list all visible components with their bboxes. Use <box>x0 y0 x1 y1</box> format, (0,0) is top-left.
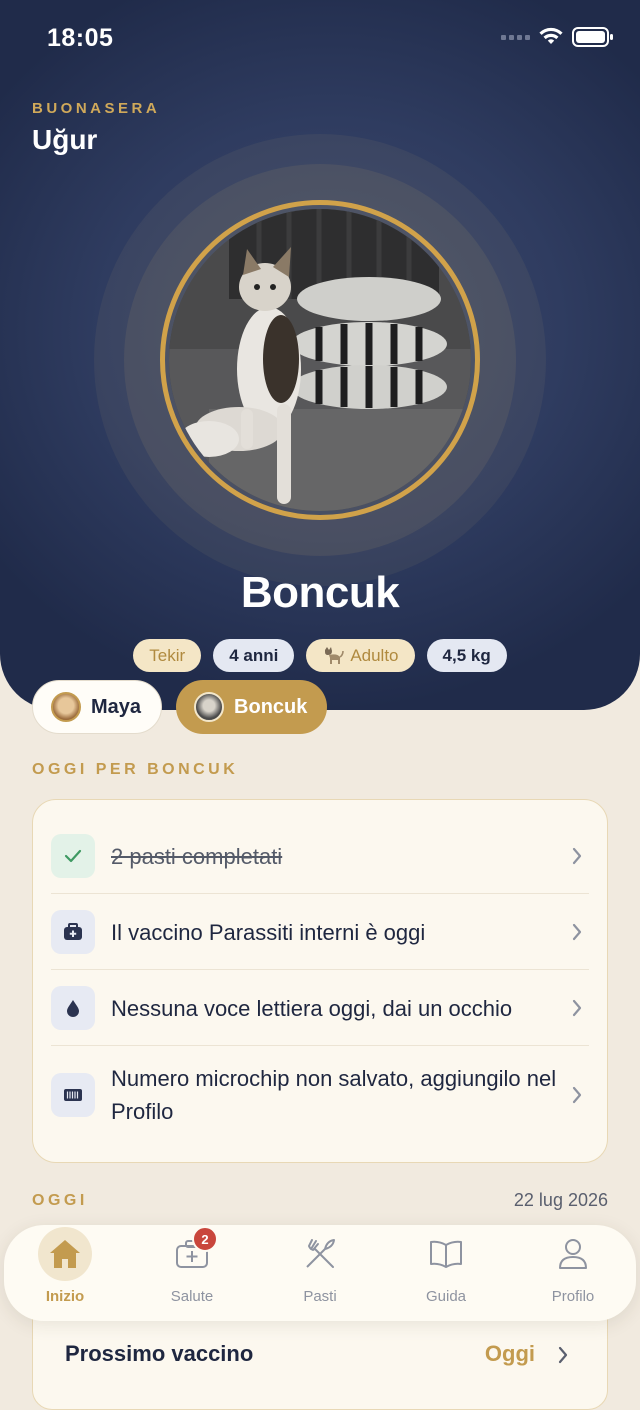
tab-home-label: Inizio <box>45 1288 85 1305</box>
person-icon <box>546 1227 600 1281</box>
chip-breed: Tekir <box>133 639 202 672</box>
pet-pill-boncuk-label: Boncuk <box>234 695 308 718</box>
fork-knife-icon <box>293 1227 347 1281</box>
barcode-icon <box>51 1073 95 1117</box>
tab-guide-label: Guida <box>425 1288 467 1305</box>
avatar-boncuk <box>194 692 225 722</box>
status-time: 18:05 <box>47 24 114 52</box>
task-text-meals: 2 pasti completati <box>111 843 283 869</box>
chevron-right-icon <box>558 1346 568 1364</box>
today-tasks-card: 2 pasti completati Il vaccino Parassiti … <box>32 799 608 1163</box>
divider <box>51 893 589 894</box>
chip-age: 4 anni <box>213 639 295 672</box>
tab-profile-label: Profilo <box>551 1288 595 1305</box>
tab-profile[interactable]: Profilo <box>518 1225 628 1321</box>
tab-meals-label: Pasti <box>303 1288 337 1305</box>
task-item-vaccine[interactable]: Il vaccino Parassiti interni è oggi <box>51 910 589 954</box>
pet-info-chips: Tekir 4 anni Adulto 4,5 kg <box>0 639 640 672</box>
battery-icon <box>572 27 613 47</box>
chip-age-label: 4 anni <box>229 646 279 665</box>
avatar-maya <box>51 692 81 722</box>
tab-health-label: Salute <box>170 1288 214 1305</box>
hero-header: 18:05 BUONASERA Uğur Boncuk Tekir 4 anni… <box>0 0 640 710</box>
pet-pill-boncuk[interactable]: Boncuk <box>176 680 328 734</box>
pet-photo <box>169 209 471 511</box>
today-title: OGGI <box>32 1192 88 1209</box>
tab-guide[interactable]: Guida <box>391 1225 501 1321</box>
task-text-litter: Nessuna voce lettiera oggi, dai un occhi… <box>111 995 513 1021</box>
divider <box>51 1045 589 1046</box>
task-item-litter[interactable]: Nessuna voce lettiera oggi, dai un occhi… <box>51 986 589 1030</box>
pet-name: Boncuk <box>240 568 400 617</box>
cellular-signal-icon <box>501 34 530 40</box>
drop-icon <box>51 986 95 1030</box>
chevron-right-icon <box>565 1085 589 1105</box>
status-icons <box>501 26 614 48</box>
chip-weight-label: 4,5 kg <box>442 646 491 665</box>
chip-breed-label: Tekir <box>149 646 186 665</box>
task-item-meals[interactable]: 2 pasti completati <box>51 834 589 878</box>
chip-weight: 4,5 kg <box>426 639 507 672</box>
chevron-right-icon <box>565 846 589 866</box>
pet-switcher: Maya Boncuk <box>32 680 328 734</box>
next-vaccine-label: Prossimo vaccino <box>65 1341 254 1366</box>
health-badge: 2 <box>192 1226 218 1252</box>
chevron-right-icon <box>565 922 589 942</box>
chip-life-stage-label: Adulto <box>350 646 399 665</box>
medical-kit-icon <box>51 910 95 954</box>
next-vaccine-value: Oggi <box>484 1341 535 1366</box>
wifi-icon <box>539 27 563 44</box>
chevron-right-icon <box>565 998 589 1018</box>
tab-meals[interactable]: Pasti <box>265 1225 375 1321</box>
medical-kit-icon: 2 <box>165 1226 219 1281</box>
divider <box>51 969 589 970</box>
task-text-microchip: Numero microchip non salvato, aggiungilo… <box>111 1066 557 1124</box>
tab-home[interactable]: Inizio <box>10 1225 120 1321</box>
task-text-vaccine: Il vaccino Parassiti interni è oggi <box>111 919 426 945</box>
home-icon <box>38 1227 92 1281</box>
today-for-pet-title: OGGI PER BONCUK <box>32 761 239 778</box>
check-icon <box>51 834 95 878</box>
pet-pill-maya-label: Maya <box>91 695 142 718</box>
tab-bar: Inizio 2 Salute Pasti Guida Profilo <box>4 1225 636 1321</box>
pet-photo-ring[interactable] <box>160 200 480 520</box>
task-item-microchip[interactable]: Numero microchip non salvato, aggiungilo… <box>51 1062 589 1128</box>
book-icon <box>419 1227 473 1281</box>
pet-pill-maya[interactable]: Maya <box>32 680 163 734</box>
today-date: 22 lug 2026 <box>513 1190 608 1210</box>
cat-icon <box>325 646 345 664</box>
user-name: Uğur <box>32 124 98 155</box>
greeting: BUONASERA <box>32 100 161 117</box>
chip-life-stage: Adulto <box>306 639 415 672</box>
tab-health[interactable]: 2 Salute <box>137 1225 247 1321</box>
